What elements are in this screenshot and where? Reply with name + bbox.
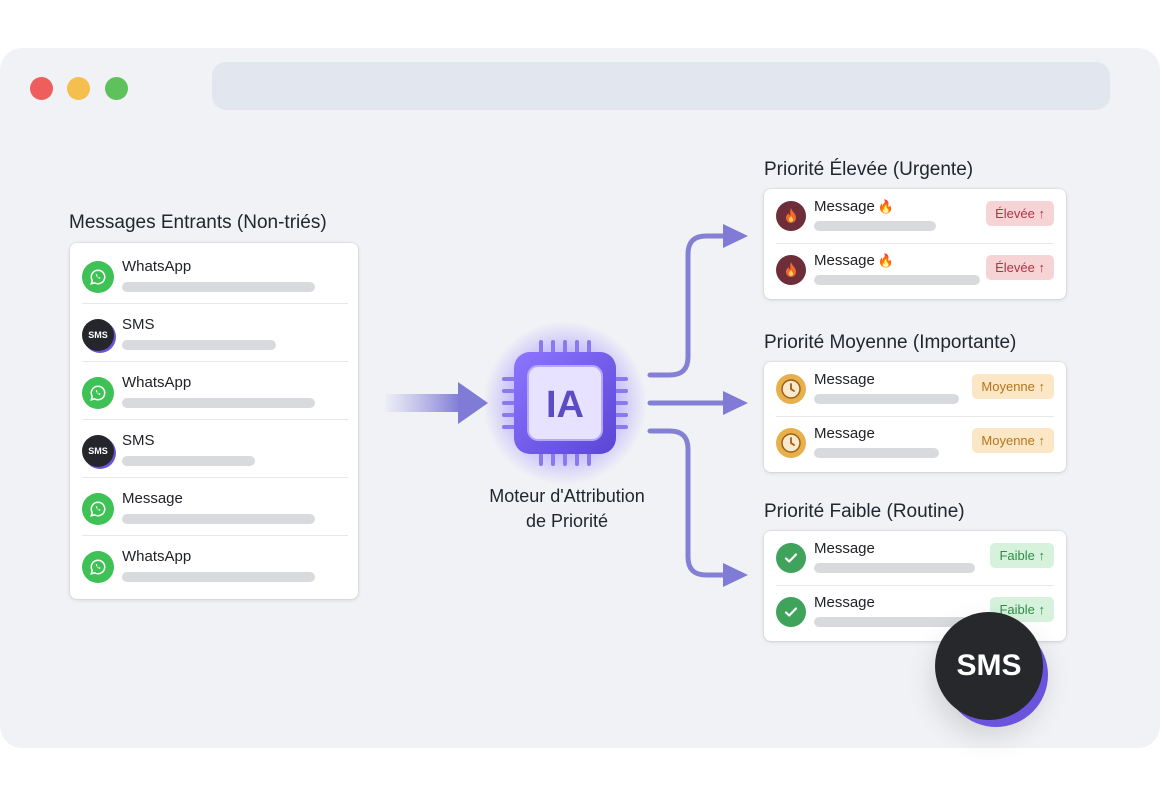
item-label: Message 🔥	[814, 252, 894, 269]
flow-diagram: IA	[385, 224, 748, 587]
item-label: Message	[122, 490, 183, 507]
high-priority-title: Priorité Élevée (Urgente)	[764, 159, 974, 180]
engine-caption-line1: Moteur d'Attribution	[489, 486, 645, 506]
item-label-text: Message	[814, 252, 875, 269]
item-label: Message	[814, 371, 875, 388]
message-preview	[122, 282, 315, 292]
priority-badge: Élevée ↑	[986, 201, 1054, 226]
item-label: WhatsApp	[122, 374, 192, 391]
engine-caption-line2: de Priorité	[525, 511, 609, 531]
maximize-window-button[interactable]	[105, 77, 128, 100]
check-icon	[776, 543, 806, 573]
fire-emoji-icon: 🔥	[877, 253, 895, 268]
low-priority-title: Priorité Faible (Routine)	[764, 501, 965, 522]
list-item[interactable]: Message Moyenne ↑	[764, 416, 1066, 470]
arrow-to-high	[647, 233, 728, 378]
minimize-window-button[interactable]	[67, 77, 90, 100]
fire-emoji-icon: 🔥	[877, 199, 895, 214]
list-item[interactable]: SMS SMS	[70, 303, 360, 361]
address-bar[interactable]	[212, 62, 1110, 110]
message-preview	[814, 617, 975, 627]
high-priority-card: Message 🔥 Élevée ↑ Message 🔥 Élevée ↑	[764, 189, 1066, 299]
item-label: Message	[814, 540, 875, 557]
item-label: Message 🔥	[814, 198, 894, 215]
whatsapp-icon	[82, 377, 114, 409]
divider	[82, 303, 348, 304]
engine-caption: Moteur d'Attribution de Priorité	[467, 484, 667, 534]
list-item[interactable]: WhatsApp	[70, 535, 360, 593]
divider	[82, 535, 348, 536]
ai-chip-label: IA	[546, 384, 584, 426]
item-label: SMS	[122, 432, 155, 449]
priority-badge: Faible ↑	[990, 543, 1054, 568]
item-label: WhatsApp	[122, 548, 192, 565]
list-item[interactable]: WhatsApp	[70, 245, 360, 303]
list-item[interactable]: Message Moyenne ↑	[764, 362, 1066, 416]
divider	[776, 243, 1054, 244]
divider	[776, 416, 1054, 417]
arrowhead-low	[723, 563, 748, 587]
message-preview	[122, 340, 276, 350]
check-icon	[776, 597, 806, 627]
priority-badge: Moyenne ↑	[972, 428, 1054, 453]
divider	[82, 361, 348, 362]
medium-priority-card: Message Moyenne ↑ Message Moyenne ↑	[764, 362, 1066, 472]
message-preview	[122, 398, 315, 408]
message-preview	[814, 394, 959, 404]
whatsapp-icon	[82, 493, 114, 525]
inbox-card: WhatsApp SMS SMS WhatsApp SMS SMS Messag…	[70, 243, 358, 599]
floating-sms-badge[interactable]: SMS	[935, 612, 1043, 720]
clock-icon	[776, 374, 806, 404]
message-preview	[122, 572, 315, 582]
list-item[interactable]: SMS SMS	[70, 419, 360, 477]
message-preview	[814, 563, 975, 573]
message-preview	[814, 221, 936, 231]
list-item[interactable]: Message 🔥 Élevée ↑	[764, 189, 1066, 243]
list-item[interactable]: WhatsApp	[70, 361, 360, 419]
divider	[776, 585, 1054, 586]
whatsapp-icon	[82, 551, 114, 583]
whatsapp-icon	[82, 261, 114, 293]
item-label: WhatsApp	[122, 258, 192, 275]
incoming-arrow	[385, 382, 488, 424]
message-preview	[814, 275, 980, 285]
arrowhead-medium	[723, 391, 748, 415]
message-preview	[122, 514, 315, 524]
clock-icon	[776, 428, 806, 458]
priority-badge: Élevée ↑	[986, 255, 1054, 280]
fire-icon	[776, 201, 806, 231]
message-preview	[814, 448, 939, 458]
sms-icon: SMS	[82, 319, 114, 351]
item-label: SMS	[122, 316, 155, 333]
medium-priority-title: Priorité Moyenne (Importante)	[764, 332, 1017, 353]
arrowhead-high	[723, 224, 748, 248]
item-label: Message	[814, 425, 875, 442]
divider	[82, 419, 348, 420]
fire-icon	[776, 255, 806, 285]
item-label: Message	[814, 594, 875, 611]
close-window-button[interactable]	[30, 77, 53, 100]
divider	[82, 477, 348, 478]
item-label-text: Message	[814, 198, 875, 215]
list-item[interactable]: Message	[70, 477, 360, 535]
inbox-title: Messages Entrants (Non-triés)	[69, 212, 327, 233]
sms-icon: SMS	[82, 435, 114, 467]
list-item[interactable]: Message Faible ↑	[764, 531, 1066, 585]
list-item[interactable]: Message 🔥 Élevée ↑	[764, 243, 1066, 297]
message-preview	[122, 456, 255, 466]
priority-badge: Moyenne ↑	[972, 374, 1054, 399]
